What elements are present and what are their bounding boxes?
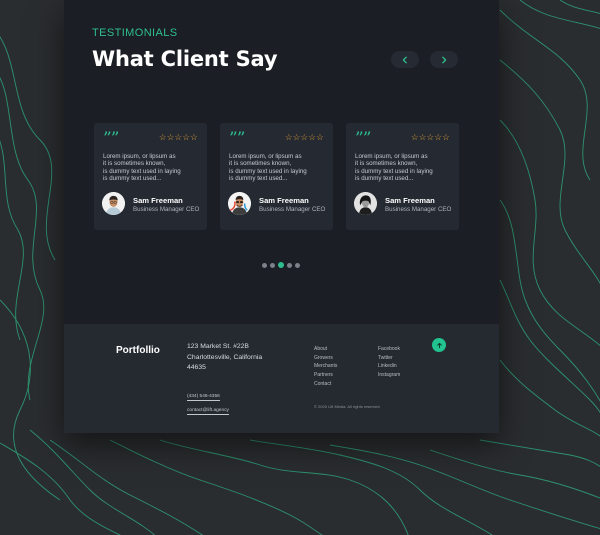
footer-address: 123 Market St. #22B Charlottesville, Cal… [187, 343, 263, 371]
footer-link[interactable]: Merchants [314, 362, 337, 371]
footer-link[interactable]: Contact [314, 380, 337, 389]
testimonial-text: Lorem ipsum, or lipsum as it is sometime… [229, 153, 307, 182]
star-rating: ☆☆☆☆☆ [158, 132, 198, 142]
footer-link[interactable]: Linkedin [378, 362, 400, 371]
star-rating: ☆☆☆☆☆ [410, 132, 450, 142]
section-kicker: TESTIMONIALS [92, 27, 178, 39]
testimonial-card[interactable]: ”” ☆☆☆☆☆ Lorem ipsum, or lipsum as it is… [346, 123, 459, 230]
testimonials-section: TESTIMONIALS What Client Say ”” ☆☆☆☆☆ Lo… [64, 0, 499, 433]
client-role: Business Manager CEO [133, 206, 200, 213]
avatar [354, 192, 377, 215]
footer-phone-link[interactable]: (434) 546-4356 [187, 394, 220, 401]
quote-icon: ”” [103, 129, 119, 149]
footer-copyright: © 2020 Lift Media. All rights reserved. [314, 404, 381, 409]
pagination-dot[interactable] [295, 262, 300, 268]
avatar [102, 192, 125, 215]
site-footer: Portfollio 123 Market St. #22B Charlotte… [64, 324, 499, 433]
footer-link[interactable]: About [314, 345, 337, 354]
carousel-prev-button[interactable] [391, 51, 419, 68]
client-name: Sam Freeman [259, 196, 309, 205]
chevron-right-icon [442, 56, 447, 63]
footer-link[interactable]: Partners [314, 371, 337, 380]
pagination-dot-active[interactable] [278, 262, 284, 268]
client-name: Sam Freeman [385, 196, 435, 205]
carousel-next-button[interactable] [430, 51, 458, 68]
chevron-left-icon [402, 56, 407, 63]
footer-links-company: About Growers Merchants Partners Contact [314, 345, 337, 389]
star-rating: ☆☆☆☆☆ [284, 132, 324, 142]
back-to-top-button[interactable] [432, 338, 446, 352]
arrow-up-icon [436, 342, 442, 348]
testimonial-card[interactable]: ”” ☆☆☆☆☆ Lorem ipsum, or lipsum as it is… [94, 123, 207, 230]
testimonial-card[interactable]: ”” ☆☆☆☆☆ Lorem ipsum, or lipsum as it is… [220, 123, 333, 230]
testimonial-text: Lorem ipsum, or lipsum as it is sometime… [355, 153, 433, 182]
carousel-pagination [262, 262, 300, 268]
client-name: Sam Freeman [133, 196, 183, 205]
footer-email-link[interactable]: contact@lift.agency [187, 408, 229, 415]
section-title: What Client Say [92, 47, 278, 71]
testimonial-text: Lorem ipsum, or lipsum as it is sometime… [103, 153, 181, 182]
pagination-dot[interactable] [287, 262, 292, 268]
avatar [228, 192, 251, 215]
footer-brand[interactable]: Portfollio [116, 345, 160, 356]
client-role: Business Manager CEO [259, 206, 326, 213]
footer-link[interactable]: Instagram [378, 371, 400, 380]
footer-link[interactable]: Facebook [378, 345, 400, 354]
quote-icon: ”” [229, 129, 245, 149]
quote-icon: ”” [355, 129, 371, 149]
footer-links-social: Facebook Twitter Linkedin Instagram [378, 345, 400, 380]
footer-link[interactable]: Twitter [378, 354, 400, 363]
pagination-dot[interactable] [270, 262, 275, 268]
footer-link[interactable]: Growers [314, 354, 337, 363]
pagination-dot[interactable] [262, 262, 267, 268]
client-role: Business Manager CEO [385, 206, 452, 213]
